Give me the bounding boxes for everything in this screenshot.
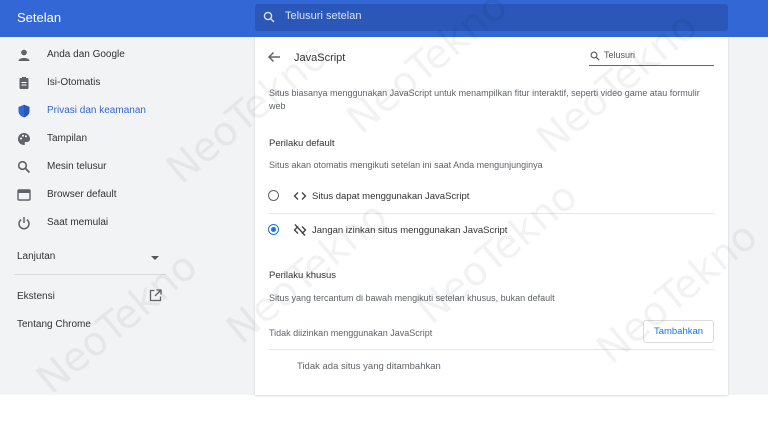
code-icon <box>293 192 307 200</box>
search-icon <box>17 160 31 174</box>
not-allowed-label: Tidak diizinkan menggunakan JavaScript <box>269 328 433 338</box>
default-behavior-subtitle: Situs akan otomatis mengikuti setelan in… <box>269 160 543 170</box>
sidebar-item-label: Isi-Otomatis <box>47 77 101 88</box>
browser-icon <box>17 189 31 201</box>
empty-list-text: Tidak ada situs yang ditambahkan <box>297 361 441 372</box>
default-behavior-heading: Perilaku default <box>269 138 335 149</box>
sidebar-item-label: Mesin telusur <box>47 161 107 172</box>
code-off-icon <box>293 224 307 236</box>
option-label: Jangan izinkan situs menggunakan JavaScr… <box>312 225 508 236</box>
sidebar-item-default-browser[interactable]: Browser default <box>0 181 180 209</box>
sidebar-item-you-and-google[interactable]: Anda dan Google <box>0 41 180 69</box>
search-icon <box>263 11 275 23</box>
sidebar-item-appearance[interactable]: Tampilan <box>0 125 180 153</box>
shield-icon <box>18 104 30 118</box>
sidebar-item-search-engine[interactable]: Mesin telusur <box>0 153 180 181</box>
about-label: Tentang Chrome <box>17 319 91 330</box>
person-icon <box>18 49 30 61</box>
search-placeholder: Telusuri setelan <box>285 10 362 22</box>
advanced-label: Lanjutan <box>17 251 56 262</box>
sidebar-item-label: Browser default <box>47 189 117 200</box>
custom-behavior-heading: Perilaku khusus <box>269 270 337 281</box>
sidebar-about-chrome[interactable]: Tentang Chrome <box>0 310 180 338</box>
custom-behavior-subtitle: Situs yang tercantum di bawah mengikuti … <box>269 293 555 303</box>
sidebar-item-privacy[interactable]: Privasi dan keamanan <box>0 97 180 125</box>
top-bar: Setelan Telusuri setelan <box>0 0 768 37</box>
bottom-area <box>0 395 768 432</box>
list-divider <box>269 349 714 350</box>
radio-button[interactable] <box>268 190 279 201</box>
sidebar-advanced[interactable]: Lanjutan <box>0 242 180 270</box>
javascript-settings-card: JavaScript Telusuri Situs biasanya mengg… <box>255 37 728 395</box>
sidebar-item-label: Saat memulai <box>47 217 109 228</box>
sidebar-item-autofill[interactable]: Isi-Otomatis <box>0 69 180 97</box>
app-title: Setelan <box>17 10 62 25</box>
chevron-down-icon <box>151 256 159 260</box>
page-search-placeholder: Telusuri <box>604 50 636 60</box>
option-block-javascript[interactable]: Jangan izinkan situs menggunakan JavaScr… <box>255 214 728 247</box>
page-description: Situs biasanya menggunakan JavaScript un… <box>269 88 700 111</box>
option-label: Situs dapat menggunakan JavaScript <box>312 191 470 202</box>
radio-button-selected[interactable] <box>268 224 279 235</box>
sidebar-item-label: Anda dan Google <box>47 49 125 60</box>
power-icon <box>18 217 30 230</box>
sidebar-item-label: Privasi dan keamanan <box>47 105 146 116</box>
sidebar-item-label: Tampilan <box>47 133 88 144</box>
option-allow-javascript[interactable]: Situs dapat menggunakan JavaScript <box>255 180 728 213</box>
settings-search-input[interactable]: Telusuri setelan <box>255 4 728 31</box>
add-site-button[interactable]: Tambahkan <box>643 320 714 343</box>
page-title: JavaScript <box>294 52 346 64</box>
back-arrow-icon[interactable] <box>267 50 281 64</box>
search-icon <box>590 51 600 61</box>
palette-icon <box>18 133 30 145</box>
sidebar-item-on-startup[interactable]: Saat memulai <box>0 209 180 237</box>
sidebar-extensions[interactable]: Ekstensi <box>0 282 180 310</box>
open-in-new-icon <box>149 289 162 302</box>
page-search-input[interactable]: Telusuri <box>589 49 714 66</box>
sidebar-divider <box>14 274 166 275</box>
clipboard-icon <box>19 77 29 89</box>
extensions-label: Ekstensi <box>17 291 55 302</box>
